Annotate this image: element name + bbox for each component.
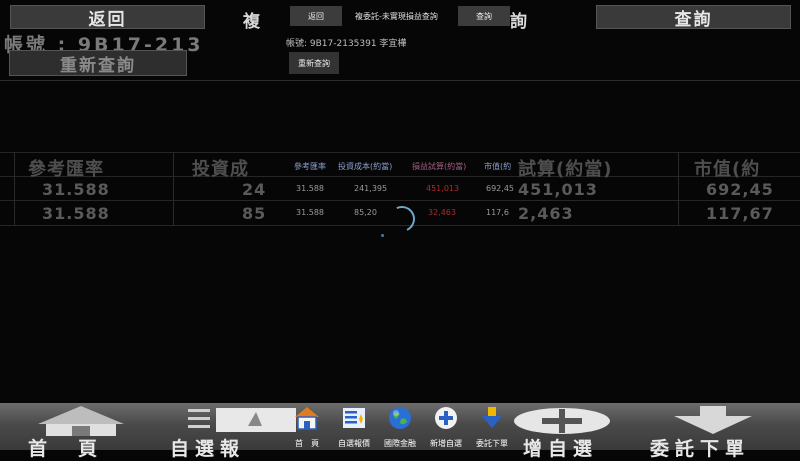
query-button[interactable]: 查詢 — [458, 6, 510, 26]
bg-header-rate: 參考匯率 — [28, 159, 104, 180]
row1-value: 692,45 — [486, 184, 514, 193]
bg-add-icon — [514, 408, 610, 434]
bg-row1-value: 692,45 — [706, 180, 774, 199]
bg-row2-rate: 31.588 — [42, 204, 110, 223]
header-pnl: 損益試算(約當) — [412, 162, 467, 171]
bg-back-button: 返回 — [10, 5, 205, 30]
watchlist-icon — [343, 408, 365, 428]
header-cost: 投資成本(約當) — [338, 162, 393, 171]
bg-row1-pnl: 451,013 — [518, 180, 598, 199]
nav-add-watchlist[interactable]: 新增自選 — [425, 405, 467, 450]
loading-dot — [381, 234, 384, 237]
bg-page-title-suffix: 詢 — [510, 12, 530, 32]
bg-watchlist-icon — [188, 408, 296, 432]
nav-place-order[interactable]: 委託下單 — [471, 405, 513, 450]
row1-cost: 241,395 — [354, 184, 388, 193]
bg-requery-button: 重新查詢 — [9, 50, 187, 76]
bg-header-pnl: 試算(約當) — [518, 159, 613, 180]
nav-place-order-label: 委託下單 — [476, 439, 508, 448]
add-icon — [435, 407, 457, 429]
home-icon — [295, 407, 319, 430]
page-title: 複委託-未實現損益查詢 — [355, 12, 438, 21]
nav-home[interactable]: 首 頁 — [287, 405, 327, 450]
row2-value: 117,6 — [486, 208, 509, 217]
nav-global-finance[interactable]: 國際金融 — [379, 405, 421, 450]
globe-icon — [389, 407, 411, 429]
nav-watchlist[interactable]: 自選報價 — [333, 405, 375, 450]
row1-pnl: 451,013 — [426, 184, 460, 193]
bg-nav-home-label: 首 頁 — [28, 438, 104, 460]
bg-row1-rate: 31.588 — [42, 180, 110, 199]
bg-home-icon — [38, 406, 124, 436]
download-arrow-icon — [482, 407, 502, 428]
account-label: 帳號: 9B17-2135391 李宜樺 — [286, 39, 407, 49]
bg-header-value: 市值(約 — [694, 159, 761, 180]
row2-rate: 31.588 — [296, 208, 324, 217]
bg-nav-order-label: 委託下單 — [650, 438, 751, 460]
header-rate: 參考匯率 — [294, 162, 326, 171]
row2-cost: 85,20 — [354, 208, 377, 217]
bg-row2-pnl: 2,463 — [518, 204, 574, 223]
bg-query-button: 查詢 — [596, 5, 791, 30]
bg-header-cost: 投資成 — [192, 159, 249, 180]
back-button[interactable]: 返回 — [290, 6, 342, 26]
bg-order-icon — [674, 406, 752, 434]
nav-global-finance-label: 國際金融 — [384, 439, 416, 448]
bg-page-title-fragment: 複 — [243, 12, 263, 32]
row1-rate: 31.588 — [296, 184, 324, 193]
bg-row1-cost: 24 — [242, 180, 267, 199]
bg-row2-value: 117,67 — [706, 204, 774, 223]
row2-pnl: 32,463 — [428, 208, 456, 217]
loading-spinner-icon — [385, 202, 419, 236]
nav-home-label: 首 頁 — [295, 439, 319, 448]
bg-row2-cost: 85 — [242, 204, 267, 223]
bg-nav-add-label: 增自選 — [523, 438, 599, 460]
bg-nav-watch-label: 自選報 — [170, 438, 246, 460]
nav-watchlist-label: 自選報價 — [338, 439, 370, 448]
nav-add-watchlist-label: 新增自選 — [430, 439, 462, 448]
requery-button[interactable]: 重新查詢 — [289, 52, 339, 74]
header-value: 市值(約 — [484, 162, 512, 171]
